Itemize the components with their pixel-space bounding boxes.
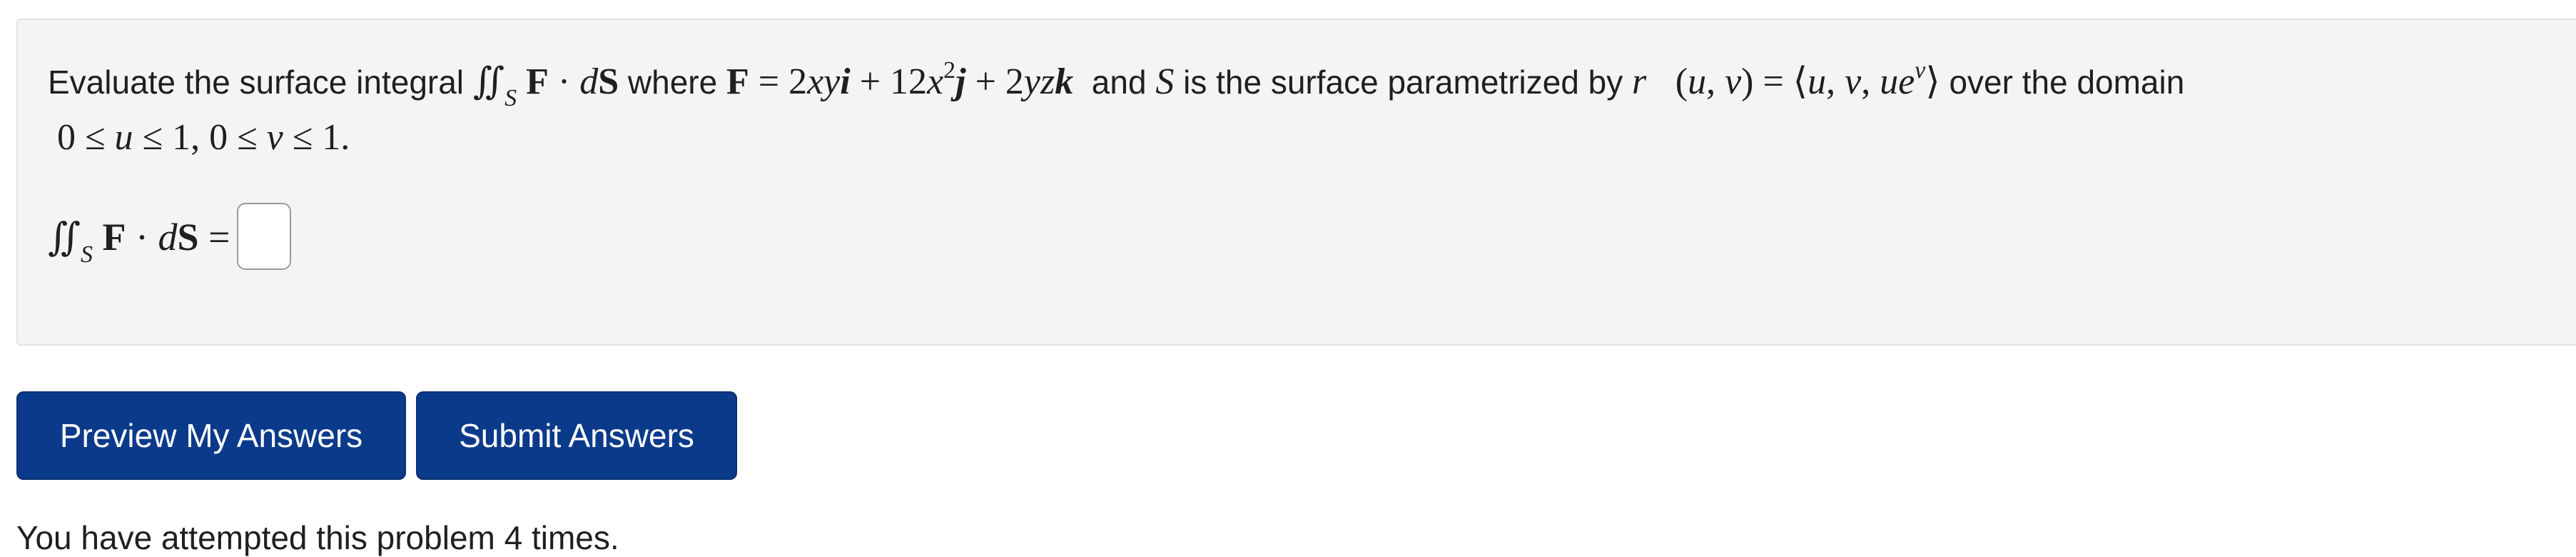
domain-text: over the domain: [1949, 64, 2185, 101]
submit-answers-button[interactable]: Submit Answers: [416, 391, 737, 480]
problem-statement: Evaluate the surface integral ∬S F · dS …: [48, 54, 2538, 166]
and-text: and: [1091, 64, 1147, 101]
parametrized-text: is the surface parametrized by: [1183, 64, 1623, 101]
surface-integral-expression: ∬S F · dS: [472, 61, 619, 112]
vector-field-expression: F = 2xyi + 12x2j + 2yzk: [726, 56, 1074, 102]
attempts-status: You have attempted this problem 4 times.: [16, 519, 619, 556]
surface-symbol: S: [1155, 61, 1175, 102]
preview-answers-button[interactable]: Preview My Answers: [16, 391, 406, 480]
domain-expression: 0 ≤ u ≤ 1, 0 ≤ v ≤ 1.: [48, 117, 350, 158]
answer-row: ∬S F · dS =: [48, 197, 292, 276]
problem-intro-text: Evaluate the surface integral: [48, 64, 465, 101]
parametrization-expression: r⃗(u, v) = ⟨u, v, uev⟩: [1632, 56, 1940, 102]
where-text: where: [627, 64, 718, 101]
answer-input[interactable]: [237, 203, 292, 270]
answer-prompt: ∬S F · dS =: [48, 215, 230, 269]
